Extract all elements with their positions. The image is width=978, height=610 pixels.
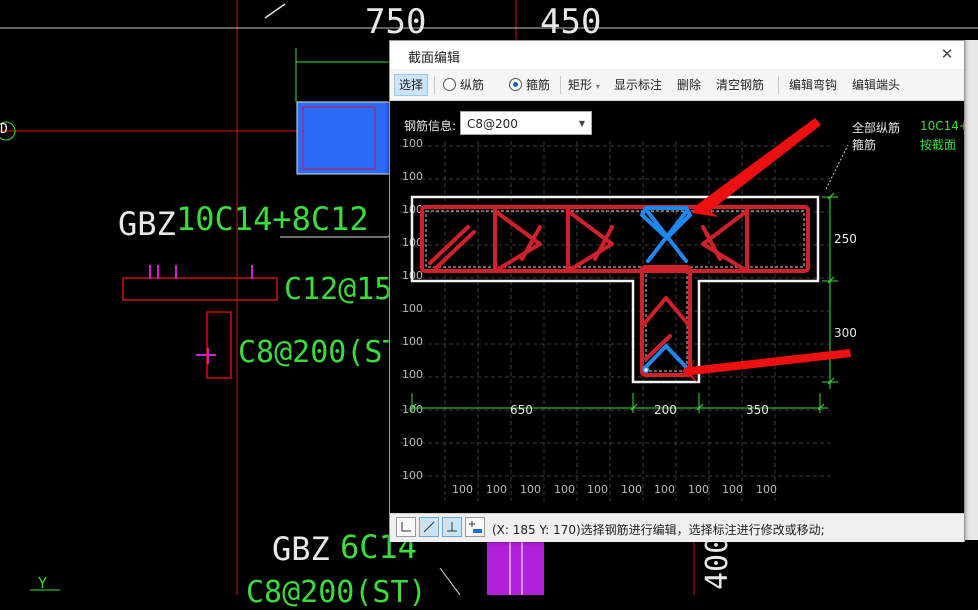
dimension-400: 400: [700, 535, 735, 590]
toolbar: 选择 纵筋 箍筋 矩形 ▾ 显示标注 删除 清空钢筋 编辑弯钩 编辑端头: [390, 70, 964, 101]
status-bar: (X: 185 Y: 170)选择钢筋进行编辑，选择标注进行修改或移动;: [390, 513, 964, 542]
legend-stirrup-value: 按截面: [920, 138, 957, 152]
t-tool-icon[interactable]: [442, 517, 462, 537]
stirrup-radio[interactable]: 箍筋: [509, 75, 550, 95]
outer-stirrup[interactable]: [420, 205, 810, 273]
line-tool-icon[interactable]: [419, 517, 439, 537]
grid-label: 100: [402, 335, 423, 348]
grid-label: 100: [520, 483, 541, 496]
legend-all-long-value: 10C14+8: [920, 119, 964, 133]
grid-label: 100: [452, 483, 473, 496]
stirrup-label: 箍筋: [526, 78, 551, 92]
status-text: (X: 185 Y: 170)选择钢筋进行编辑，选择标注进行修改或移动;: [492, 523, 825, 537]
dimension-250[interactable]: 250: [834, 232, 857, 246]
longitudinal-radio[interactable]: 纵筋: [443, 75, 484, 95]
grid-label: 100: [402, 436, 423, 449]
radio-off-icon: [443, 78, 456, 91]
grid-label: 100: [402, 368, 423, 381]
legend-stirrup-label: 箍筋: [852, 138, 877, 152]
chevron-down-icon: ▼: [578, 119, 585, 128]
rebar-point[interactable]: [642, 366, 650, 374]
grid-label: 100: [587, 483, 608, 496]
legend-all-long-label: 全部纵筋: [852, 121, 901, 135]
dimension-350[interactable]: 350: [746, 403, 769, 417]
grid-label: 100: [688, 483, 709, 496]
grid-label: 100: [486, 483, 507, 496]
toolbar-divider: [778, 76, 779, 94]
grid-label: 100: [402, 137, 423, 150]
toolbar-divider: [434, 76, 435, 94]
grid-label: 100: [722, 483, 743, 496]
gbz2-name: GBZ: [272, 530, 330, 568]
dialog-titlebar[interactable]: 截面编辑 ✕: [390, 41, 964, 69]
dimension-300[interactable]: 300: [834, 326, 857, 340]
edit-end-button[interactable]: 编辑端头: [852, 75, 900, 95]
dimension-200[interactable]: 200: [654, 403, 677, 417]
grid-label: 100: [554, 483, 575, 496]
grid-label: 100: [402, 302, 423, 315]
gbz1-name: GBZ: [118, 205, 176, 243]
right-scrollbar[interactable]: [965, 40, 978, 540]
annotation-arrow: [692, 118, 821, 217]
close-icon[interactable]: ✕: [938, 45, 956, 63]
rebar-info-label: 钢筋信息:: [404, 119, 457, 133]
dialog-title: 截面编辑: [408, 51, 461, 66]
section-canvas[interactable]: 100 100 100 100 100 100 100 100 100 100 …: [390, 101, 964, 513]
grid-label: 100: [756, 483, 777, 496]
grid-label: 100: [402, 469, 423, 482]
select-button[interactable]: 选择: [394, 74, 429, 96]
edit-hook-button[interactable]: 编辑弯钩: [789, 75, 837, 95]
t-section-outline[interactable]: [410, 195, 820, 384]
selected-stirrup[interactable]: [642, 343, 690, 371]
grid-label: 100: [402, 170, 423, 183]
longitudinal-label: 纵筋: [460, 78, 485, 92]
dimension-450: 450: [540, 2, 602, 42]
axis-label-d: D: [0, 122, 8, 137]
grid-label: 100: [621, 483, 642, 496]
web-stirrup[interactable]: [640, 265, 692, 377]
delete-button[interactable]: 删除: [677, 75, 701, 95]
rebar-info-select[interactable]: C8@200 ▼: [460, 111, 592, 135]
show-annotation-button[interactable]: 显示标注: [614, 75, 662, 95]
add-tool-icon[interactable]: [465, 517, 485, 537]
clear-rebar-button[interactable]: 清空钢筋: [716, 75, 764, 95]
rectangle-dropdown[interactable]: 矩形 ▾: [568, 75, 600, 95]
rectangle-label: 矩形: [568, 78, 593, 92]
corner-tool-icon[interactable]: [396, 517, 416, 537]
radio-on-icon: [509, 78, 522, 91]
gbz2-stirrup: C8@200(ST): [246, 575, 427, 610]
section-drawing[interactable]: 100 100 100 100 100 100 100 100 100 100 …: [390, 101, 964, 513]
dimension-750: 750: [365, 2, 427, 42]
rebar-info-value: C8@200: [467, 117, 518, 131]
section-edit-dialog: 截面编辑 ✕ 选择 纵筋 箍筋 矩形 ▾ 显示标注 删除 清空钢筋 编辑弯钩 编…: [389, 40, 965, 542]
toolbar-divider: [560, 76, 561, 94]
dimension-650[interactable]: 650: [510, 403, 533, 417]
annotation-arrow: [682, 349, 851, 383]
grid-label: 100: [654, 483, 675, 496]
gbz1-bars: 10C14+8C12: [176, 200, 369, 238]
axis-label-y: Y: [38, 574, 48, 592]
chevron-down-icon: ▾: [595, 82, 600, 91]
